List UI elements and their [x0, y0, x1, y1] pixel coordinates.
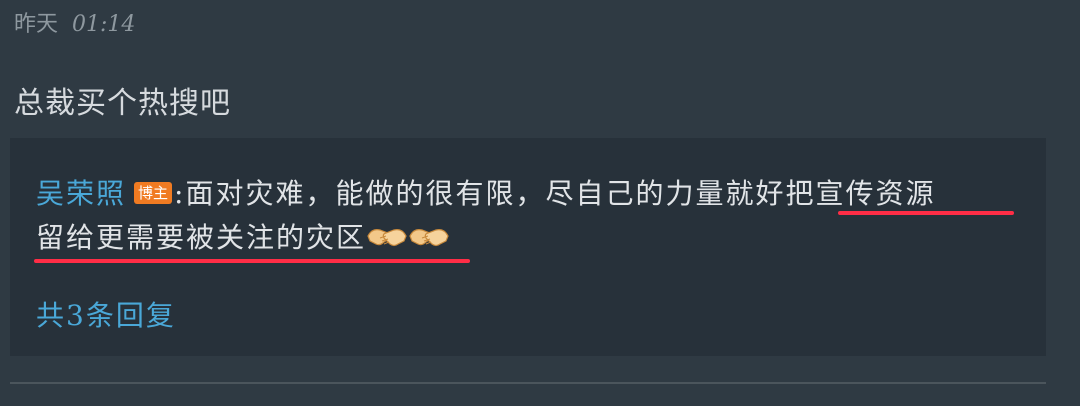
highlight-underline-1 — [838, 211, 1014, 215]
divider — [10, 382, 1046, 384]
reply-box[interactable]: 吴荣照 博主:面对灾难，能做的很有限，尽自己的力量就好把宣传资源 留给更需要被关注… — [10, 138, 1046, 356]
reply-text-2: 留给更需要被关注的灾区 — [36, 221, 367, 254]
comment-text: 总裁买个热搜吧 — [14, 86, 231, 121]
reply-line-2: 留给更需要被关注的灾区 — [36, 216, 450, 256]
comment-meta: 昨天 01:14 — [14, 6, 135, 38]
reply-text-1: :面对灾难，能做的很有限，尽自己的力量就好把宣传资源 — [174, 177, 936, 210]
author-badge: 博主 — [134, 182, 173, 204]
comment-time: 01:14 — [72, 12, 136, 37]
view-replies-link[interactable]: 共3条回复 — [36, 294, 176, 334]
highlight-underline-2 — [34, 259, 470, 263]
handshake-icon — [408, 222, 450, 252]
reply-author[interactable]: 吴荣照 — [36, 177, 126, 210]
reply-line-1: 吴荣照 博主:面对灾难，能做的很有限，尽自己的力量就好把宣传资源 — [36, 172, 935, 212]
comment-thread: 昨天 01:14 总裁买个热搜吧 吴荣照 博主:面对灾难，能做的很有限，尽自己的力… — [0, 0, 1080, 406]
handshake-icon — [366, 222, 408, 252]
comment-date: 昨天 — [14, 12, 59, 37]
